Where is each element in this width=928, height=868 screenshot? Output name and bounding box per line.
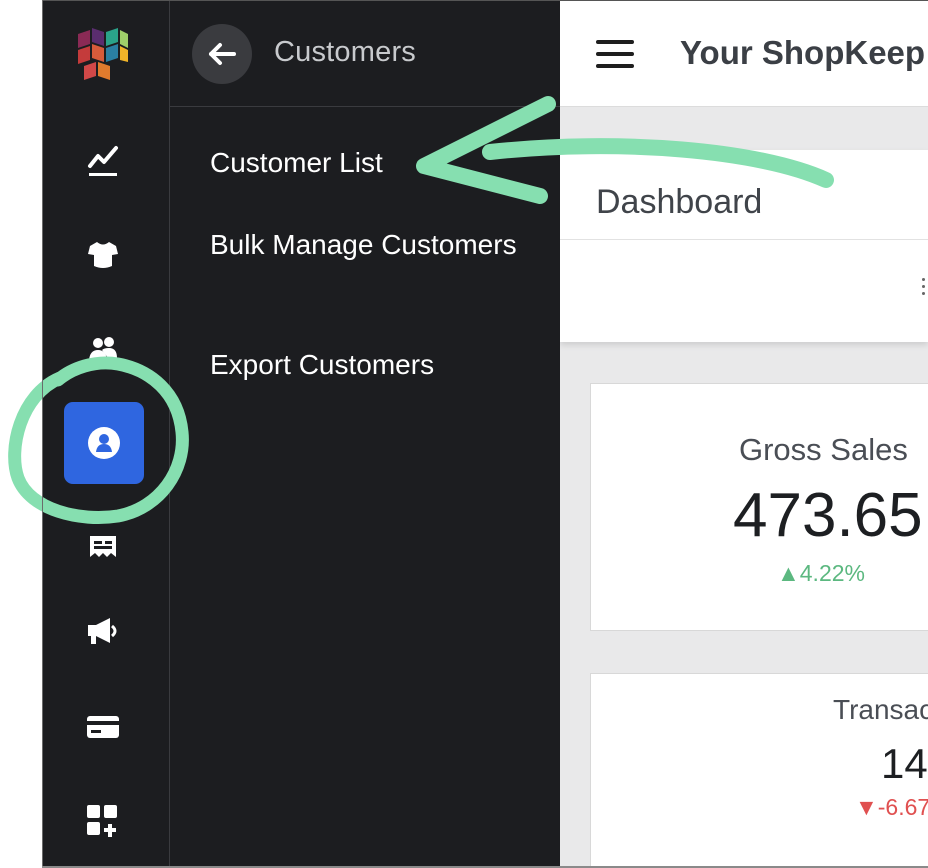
menu-item-bulk-manage-customers[interactable]: Bulk Manage Customers bbox=[210, 226, 540, 264]
items-shirt-icon[interactable] bbox=[84, 236, 122, 274]
marketing-megaphone-icon[interactable] bbox=[84, 612, 122, 650]
stat-value: 473.65 bbox=[733, 481, 923, 550]
frame-border-top bbox=[42, 0, 928, 1]
more-options-icon[interactable] bbox=[922, 278, 926, 304]
dashboard-card: Dashboard bbox=[560, 150, 928, 342]
shopkeep-logo bbox=[74, 26, 130, 84]
customers-submenu: Customers Customer List Bulk Manage Cust… bbox=[170, 0, 560, 868]
icon-rail bbox=[42, 0, 170, 868]
customers-nav-button[interactable] bbox=[64, 402, 144, 484]
employees-icon[interactable] bbox=[84, 330, 122, 368]
gross-sales-card[interactable]: Gross Sales 473.65 ▲4.22% bbox=[590, 383, 928, 631]
frame-border-left bbox=[42, 0, 43, 868]
divider bbox=[560, 239, 928, 240]
stat-value: 14 bbox=[881, 740, 928, 787]
arrow-left-icon bbox=[209, 43, 236, 65]
app-window: Customers Customer List Bulk Manage Cust… bbox=[42, 0, 928, 868]
menu-item-customer-list[interactable]: Customer List bbox=[210, 144, 540, 182]
hamburger-menu-icon[interactable] bbox=[596, 40, 634, 70]
payments-card-icon[interactable] bbox=[84, 708, 122, 746]
customer-icon bbox=[88, 427, 120, 459]
sales-chart-icon[interactable] bbox=[84, 142, 122, 180]
stat-label: Gross Sales bbox=[739, 432, 908, 467]
receipt-icon[interactable] bbox=[84, 524, 122, 562]
transactions-card[interactable]: Transact 14 ▼-6.67 bbox=[590, 673, 928, 868]
add-apps-icon[interactable] bbox=[84, 802, 122, 840]
stat-change-positive: ▲4.22% bbox=[777, 560, 865, 586]
store-title: Your ShopKeep bbox=[680, 34, 926, 71]
main-content: Your ShopKeep Dashboard Gross Sales 473.… bbox=[560, 0, 928, 868]
submenu-title: Customers bbox=[274, 36, 416, 68]
back-button[interactable] bbox=[192, 24, 252, 84]
submenu-header: Customers bbox=[170, 0, 560, 107]
menu-item-export-customers[interactable]: Export Customers bbox=[210, 346, 540, 384]
stat-change-negative: ▼-6.67 bbox=[855, 794, 928, 820]
top-bar: Your ShopKeep bbox=[560, 0, 928, 107]
dashboard-title: Dashboard bbox=[596, 183, 763, 221]
stat-label: Transact bbox=[833, 694, 928, 725]
